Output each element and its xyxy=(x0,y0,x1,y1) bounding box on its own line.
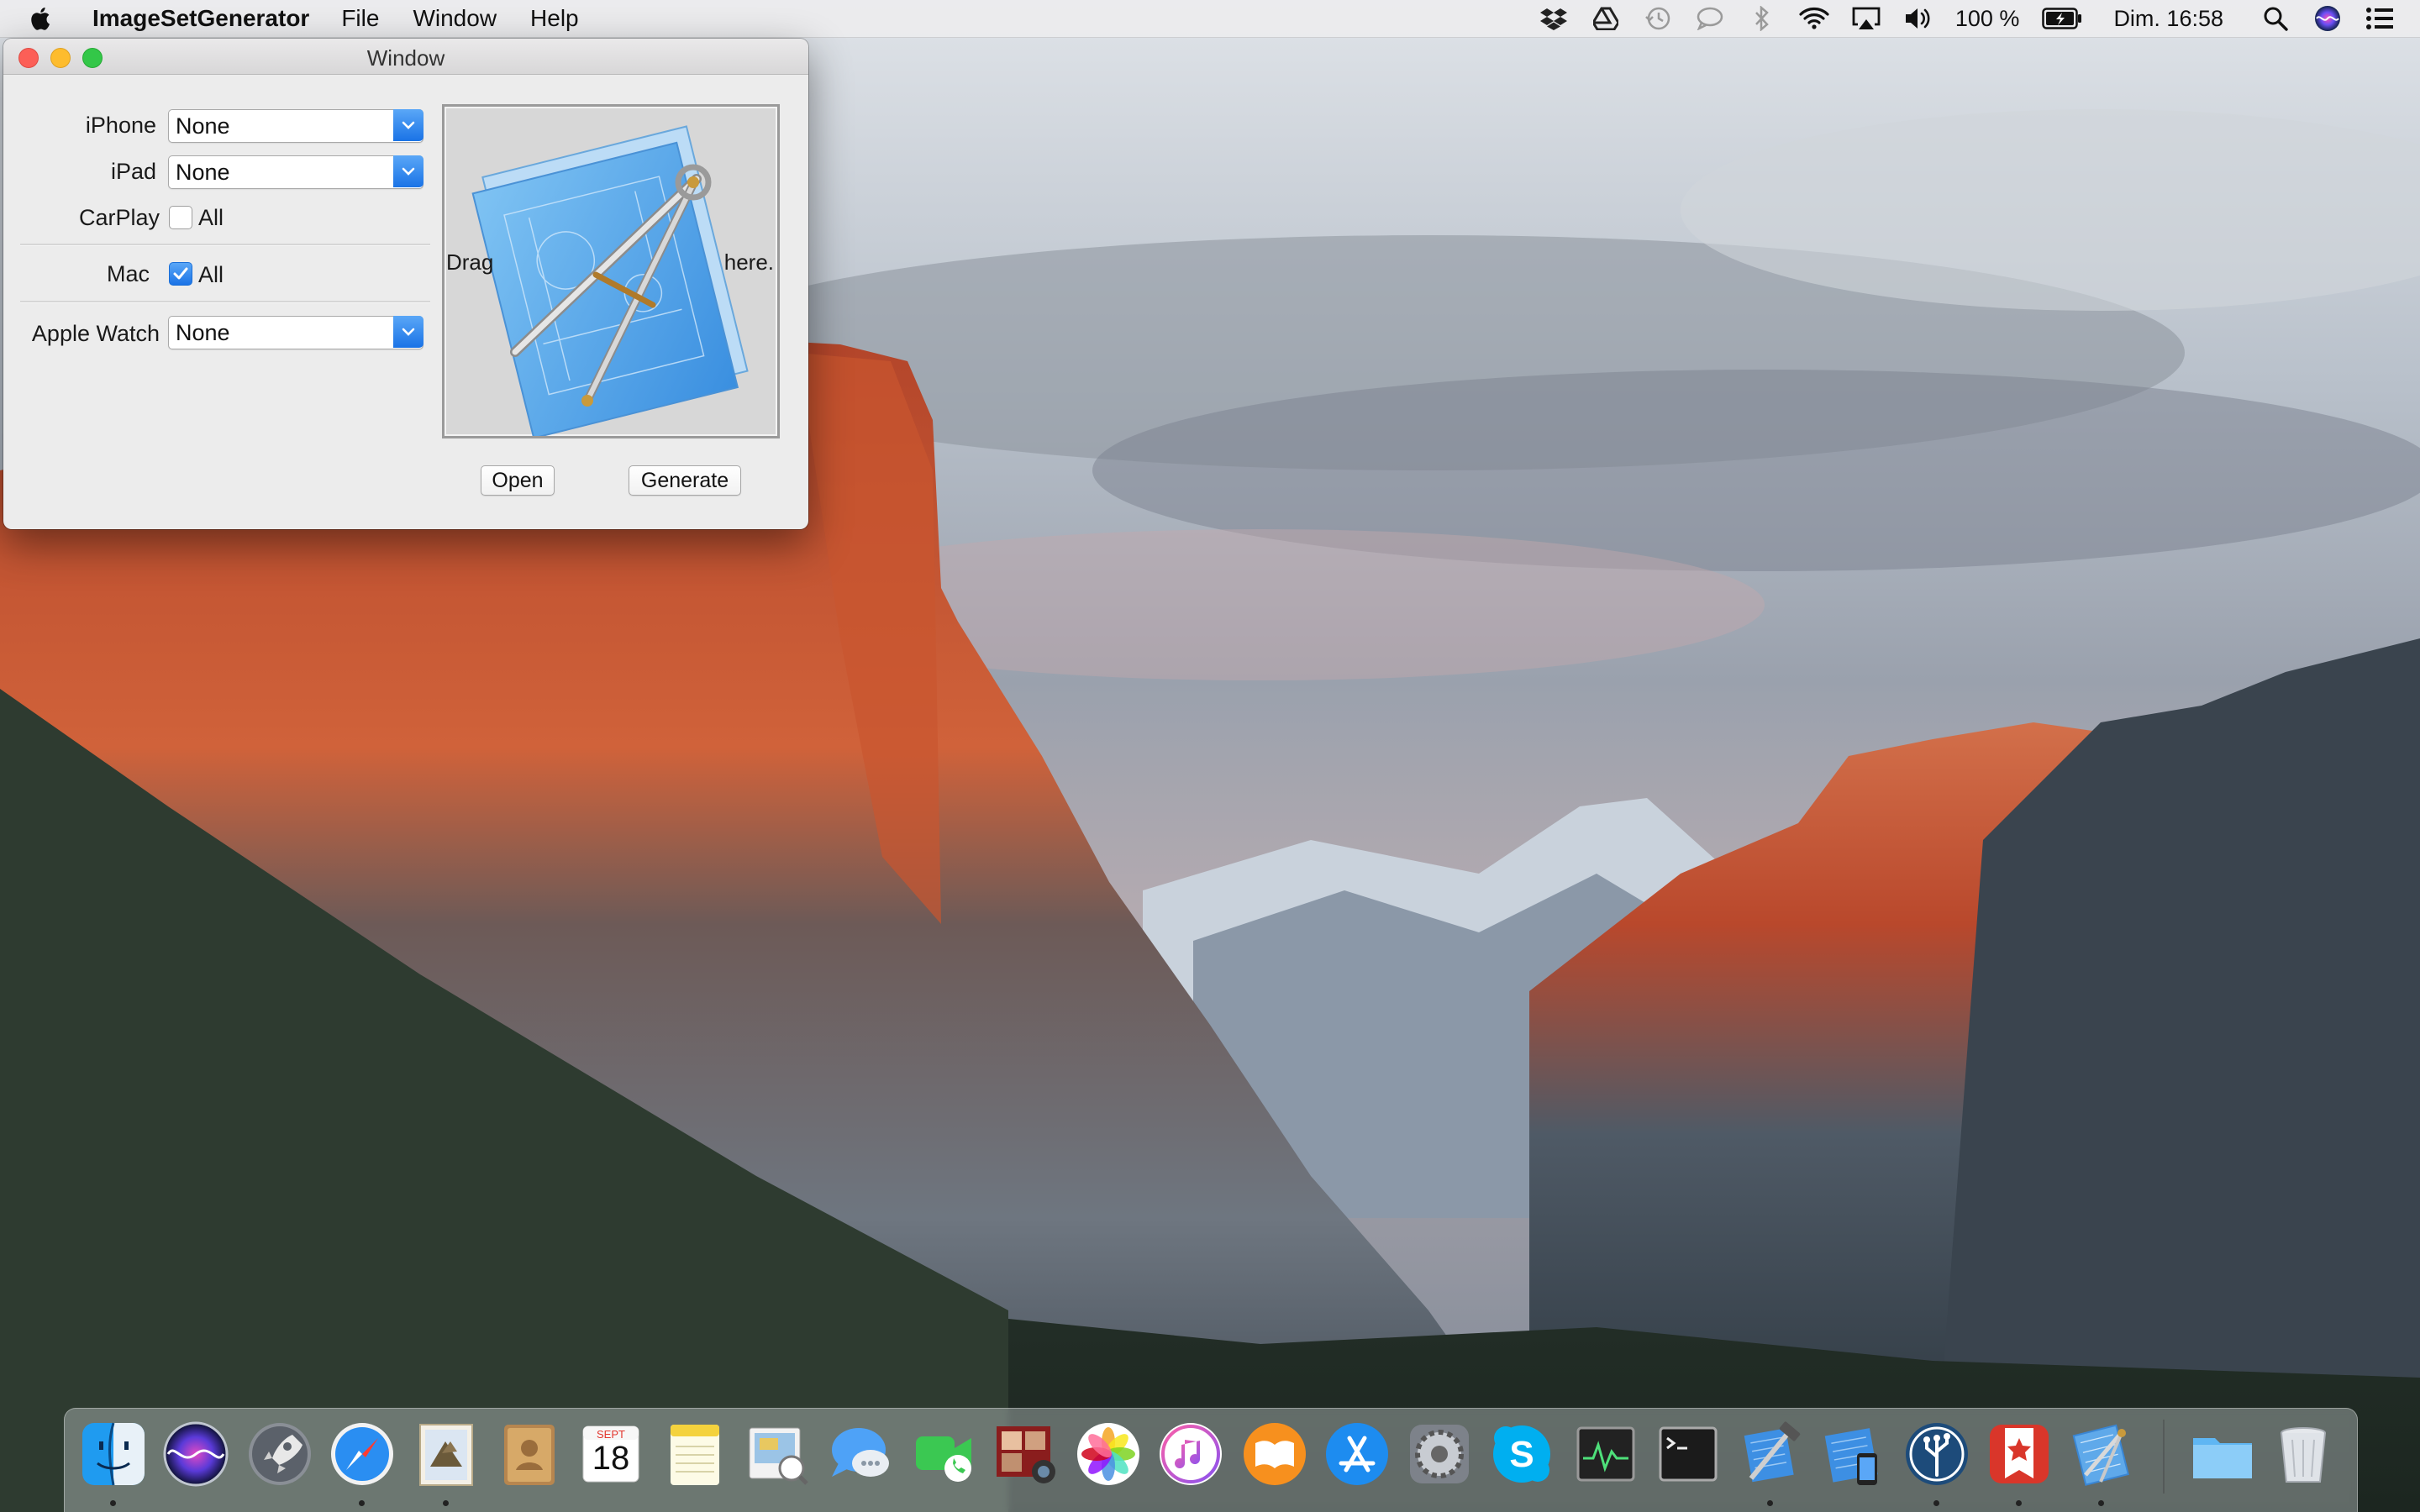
notification-center-icon[interactable] xyxy=(2365,3,2395,34)
mac-label: Mac xyxy=(106,261,150,286)
photo-booth-icon[interactable] xyxy=(992,1420,1060,1488)
calendar-day: 18 xyxy=(592,1440,630,1477)
apple-watch-popup[interactable]: None xyxy=(168,316,424,349)
iphone-popup-value: None xyxy=(176,113,230,139)
skype-icon[interactable]: S xyxy=(1487,1420,1556,1488)
carplay-all-label[interactable]: All xyxy=(198,205,224,231)
calendar-icon[interactable]: SEPT 18 xyxy=(576,1420,645,1488)
safari-icon[interactable] xyxy=(328,1420,397,1488)
iphone-popup[interactable]: None xyxy=(168,109,424,143)
ipad-popup-value: None xyxy=(176,160,230,185)
dropbox-icon[interactable] xyxy=(1539,3,1569,34)
wunderlist-icon[interactable] xyxy=(1985,1420,2054,1488)
ipad-label: iPad xyxy=(110,159,156,184)
terminal-icon[interactable] xyxy=(1654,1420,1723,1488)
window-titlebar[interactable]: Window xyxy=(3,39,808,75)
mail-icon[interactable] xyxy=(412,1420,481,1488)
sourcetree-icon[interactable] xyxy=(1902,1420,1971,1488)
running-indicator xyxy=(2098,1500,2104,1506)
image-set-generator-window: Window iPhone None iPad None CarPlay All… xyxy=(3,39,808,529)
battery-icon[interactable] xyxy=(2041,3,2083,34)
mac-all-checkbox[interactable] xyxy=(169,262,192,286)
apple-watch-label: Apple Watch xyxy=(31,321,160,346)
running-indicator xyxy=(2016,1500,2022,1506)
downloads-folder-icon[interactable] xyxy=(2188,1420,2257,1488)
desktop: ImageSetGenerator File Window Help 100 %… xyxy=(0,0,2420,1512)
trash-icon[interactable] xyxy=(2269,1420,2338,1488)
running-indicator xyxy=(359,1500,365,1506)
file-menu[interactable]: File xyxy=(341,5,379,32)
separator xyxy=(20,244,430,246)
siri-icon[interactable] xyxy=(161,1420,230,1488)
volume-icon[interactable] xyxy=(1903,3,1933,34)
ibooks-icon[interactable] xyxy=(1240,1420,1309,1488)
bluetooth-icon[interactable] xyxy=(1747,3,1777,34)
carplay-label: CarPlay xyxy=(78,205,160,230)
chevron-down-icon xyxy=(393,316,424,348)
spotlight-icon[interactable] xyxy=(2260,3,2291,34)
imagesetgenerator-dock-icon[interactable] xyxy=(2067,1420,2136,1488)
siri-icon[interactable] xyxy=(2312,3,2343,34)
image-drop-well[interactable]: Drag here. xyxy=(442,104,780,438)
chevron-down-icon xyxy=(393,109,424,141)
generate-button[interactable]: Generate xyxy=(629,465,741,496)
drop-hint-right: here. xyxy=(723,249,774,275)
mac-all-label[interactable]: All xyxy=(198,262,224,288)
svg-text:S: S xyxy=(1509,1434,1534,1475)
running-indicator xyxy=(1767,1500,1773,1506)
messages-status-icon[interactable] xyxy=(1695,3,1725,34)
system-preferences-icon[interactable] xyxy=(1405,1420,1474,1488)
photos-icon[interactable] xyxy=(1074,1420,1143,1488)
apple-watch-popup-value: None xyxy=(176,320,230,345)
app-menu[interactable]: ImageSetGenerator xyxy=(92,5,309,32)
notes-icon[interactable] xyxy=(660,1420,729,1488)
iphone-label: iPhone xyxy=(85,113,156,138)
dock-divider xyxy=(2163,1420,2165,1494)
launchpad-icon[interactable] xyxy=(245,1420,314,1488)
messages-icon[interactable] xyxy=(827,1420,896,1488)
google-drive-icon[interactable] xyxy=(1591,3,1621,34)
itunes-icon[interactable] xyxy=(1156,1420,1225,1488)
menu-bar: ImageSetGenerator File Window Help 100 %… xyxy=(0,0,2420,38)
separator xyxy=(20,301,430,303)
menubar-clock[interactable]: Dim. 16:58 xyxy=(2113,6,2223,32)
apple-menu-icon[interactable] xyxy=(30,5,64,32)
chevron-down-icon xyxy=(393,155,424,187)
airplay-icon[interactable] xyxy=(1851,3,1881,34)
activity-monitor-icon[interactable] xyxy=(1571,1420,1640,1488)
window-menu[interactable]: Window xyxy=(413,5,497,32)
window-title: Window xyxy=(366,45,445,71)
checkmark-icon xyxy=(173,267,188,280)
contacts-icon[interactable] xyxy=(494,1420,563,1488)
ipad-popup[interactable]: None xyxy=(168,155,424,189)
finder-icon[interactable] xyxy=(79,1420,148,1488)
running-indicator xyxy=(110,1500,116,1506)
running-indicator xyxy=(443,1500,449,1506)
xcode-icon[interactable] xyxy=(1736,1420,1805,1488)
time-machine-icon[interactable] xyxy=(1643,3,1673,34)
app-store-icon[interactable] xyxy=(1323,1420,1392,1488)
preview-icon[interactable] xyxy=(743,1420,812,1488)
drop-hint-left: Drag xyxy=(446,249,494,275)
running-indicator xyxy=(1933,1500,1939,1506)
battery-percentage[interactable]: 100 % xyxy=(1955,6,2020,32)
calendar-month: SEPT xyxy=(597,1428,625,1441)
carplay-all-checkbox[interactable] xyxy=(169,206,192,229)
wifi-icon[interactable] xyxy=(1799,3,1829,34)
simulator-icon[interactable] xyxy=(1818,1420,1887,1488)
facetime-icon[interactable] xyxy=(909,1420,978,1488)
help-menu[interactable]: Help xyxy=(530,5,579,32)
open-button[interactable]: Open xyxy=(481,465,555,496)
